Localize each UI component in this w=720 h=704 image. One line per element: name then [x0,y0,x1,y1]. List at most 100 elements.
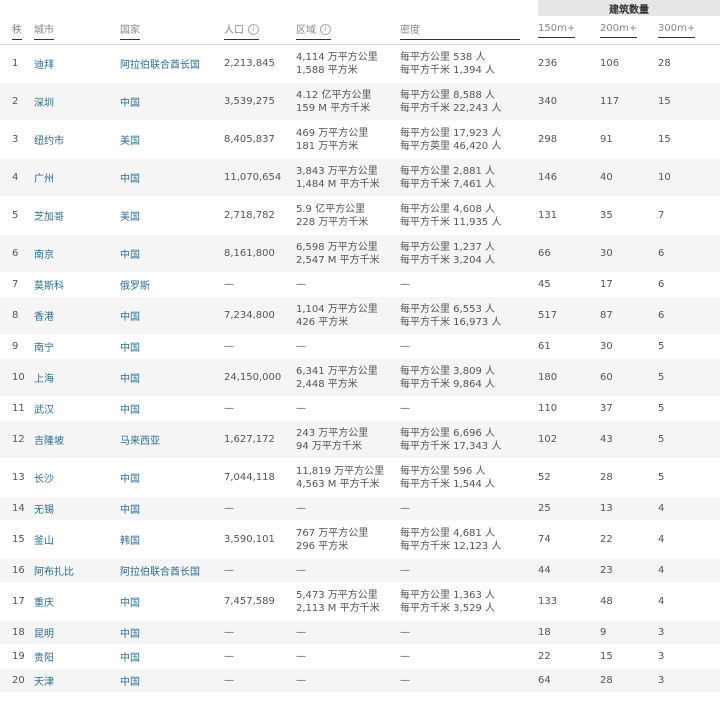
country-link[interactable]: 美国 [120,120,224,159]
city-link[interactable]: 长沙 [34,458,120,497]
city-link[interactable]: 阿布扎比 [34,558,120,583]
country-link[interactable]: 阿拉伯联合酋长国 [120,558,224,583]
city-link[interactable]: 上海 [34,358,120,397]
rank-cell: 16 [0,558,34,583]
city-link[interactable]: 武汉 [34,396,120,421]
count-200m-cell: 28 [600,668,658,693]
count-300m-cell: 4 [658,520,720,559]
density-cell-line: 每平方公里 6,553 人 [400,303,495,315]
city-link[interactable]: 深圳 [34,82,120,121]
country-link[interactable]: 韩国 [120,520,224,559]
city-link[interactable]: 贵阳 [34,644,120,669]
area-cell: 6,341 万平方公里 2,448 平方米 [296,358,400,397]
city-link[interactable]: 迪拜 [34,44,120,83]
info-icon[interactable]: i [248,24,259,35]
count-300m-cell: 4 [658,582,720,621]
table-row: 13 长沙 中国 7,044,118 11,819 万平方公里 4,563 M 平方千米每… [0,458,720,497]
city-link[interactable]: 芝加哥 [34,196,120,235]
area-cell: 6,598 万平方公里 2,547 M 平方千米 [296,234,400,273]
city-link[interactable]: 重庆 [34,582,120,621]
city-link[interactable]: 天津 [34,668,120,693]
table-row: 16 阿布扎比 阿拉伯联合酋长国 — — —44 23 4 [0,558,720,583]
table-row: 2 深圳 中国 3,539,275 4.12 亿平方公里 159 M 平方千米 每平方公里 … [0,82,720,121]
table-row: 15 釜山 韩国 3,590,101 767 万平方公里 296 平方米 每平方公里 4,6… [0,520,720,559]
density-cell-line: 每平方千米 11,935 人 [400,216,502,228]
country-link[interactable]: 中国 [120,82,224,121]
area-cell-line: 5,473 万平方公里 [296,589,378,601]
header-rank[interactable]: 秩 [0,16,34,45]
country-link[interactable]: 美国 [120,196,224,235]
country-link[interactable]: 中国 [120,458,224,497]
city-link[interactable]: 广州 [34,158,120,197]
count-300m-cell: 3 [658,668,720,693]
population-cell: — [224,644,296,669]
density-cell-line: — [400,503,410,514]
count-150m-cell: 22 [538,644,600,669]
area-cell-line: 2,547 M 平方千米 [296,254,380,266]
header-country[interactable]: 国家 [120,16,224,45]
header-population[interactable]: 人口 i [224,16,296,45]
info-icon[interactable]: i [320,24,331,35]
count-200m-cell: 30 [600,334,658,359]
density-cell: 每平方公里 4,608 人每平方千米 11,935 人 [400,196,538,235]
rank-cell: 3 [0,120,34,159]
area-cell: — [296,272,400,297]
country-link[interactable]: 中国 [120,296,224,335]
city-link[interactable]: 莫斯科 [34,272,120,297]
count-200m-cell: 37 [600,396,658,421]
city-link[interactable]: 南宁 [34,334,120,359]
header-200m[interactable]: 200m+ [600,16,658,45]
density-cell: — [400,668,538,693]
country-link[interactable]: 俄罗斯 [120,272,224,297]
city-link[interactable]: 纽约市 [34,120,120,159]
area-cell-line: — [296,565,306,576]
country-link[interactable]: 中国 [120,334,224,359]
density-cell: 每平方公里 6,553 人每平方千米 16,973 人 [400,296,538,335]
country-link[interactable]: 中国 [120,496,224,521]
area-cell-line: 767 万平方公里 [296,527,369,539]
country-link[interactable]: 中国 [120,668,224,693]
count-200m-cell: 60 [600,358,658,397]
header-city[interactable]: 城市 [34,16,120,45]
count-150m-cell: 133 [538,582,600,621]
density-cell-line: 每平方公里 596 人 [400,465,486,477]
area-cell: 4,114 万平方公里 1,588 平方米 [296,44,400,83]
country-link[interactable]: 中国 [120,620,224,645]
header-area[interactable]: 区域 i [296,16,400,45]
population-cell: — [224,668,296,693]
area-cell-line: 296 平方米 [296,540,349,552]
country-link[interactable]: 中国 [120,158,224,197]
area-cell-line: 159 M 平方千米 [296,102,371,114]
city-link[interactable]: 南京 [34,234,120,273]
density-cell-line: 每平方公里 4,608 人 [400,203,495,215]
count-300m-cell: 15 [658,120,720,159]
count-300m-cell: 3 [658,620,720,645]
count-200m-cell: 9 [600,620,658,645]
population-cell: — [224,396,296,421]
header-150m[interactable]: 150m+ [538,16,600,45]
header-density[interactable]: 密度 [400,16,538,45]
city-link[interactable]: 吉隆坡 [34,420,120,459]
density-cell-line: 每平方千米 7,461 人 [400,178,495,190]
density-cell-line: — [400,279,410,290]
country-link[interactable]: 中国 [120,234,224,273]
country-link[interactable]: 中国 [120,644,224,669]
table-row: 3 纽约市 美国 8,405,837 469 万平方公里 181 万平方米 每平方公里 17… [0,120,720,159]
area-cell-line: 5.9 亿平方公里 [296,203,366,215]
country-link[interactable]: 中国 [120,358,224,397]
city-link[interactable]: 香港 [34,296,120,335]
country-link[interactable]: 阿拉伯联合酋长国 [120,44,224,83]
country-link[interactable]: 马来西亚 [120,420,224,459]
country-link[interactable]: 中国 [120,396,224,421]
header-300m[interactable]: 300m+ [658,16,720,45]
population-cell: 24,150,000 [224,358,296,397]
city-link[interactable]: 昆明 [34,620,120,645]
city-link[interactable]: 无锡 [34,496,120,521]
population-cell: 7,457,589 [224,582,296,621]
country-link[interactable]: 中国 [120,582,224,621]
city-link[interactable]: 釜山 [34,520,120,559]
population-cell: 8,405,837 [224,120,296,159]
rank-cell: 5 [0,196,34,235]
count-300m-cell: 7 [658,196,720,235]
area-cell-line: 94 万平方千米 [296,440,362,452]
